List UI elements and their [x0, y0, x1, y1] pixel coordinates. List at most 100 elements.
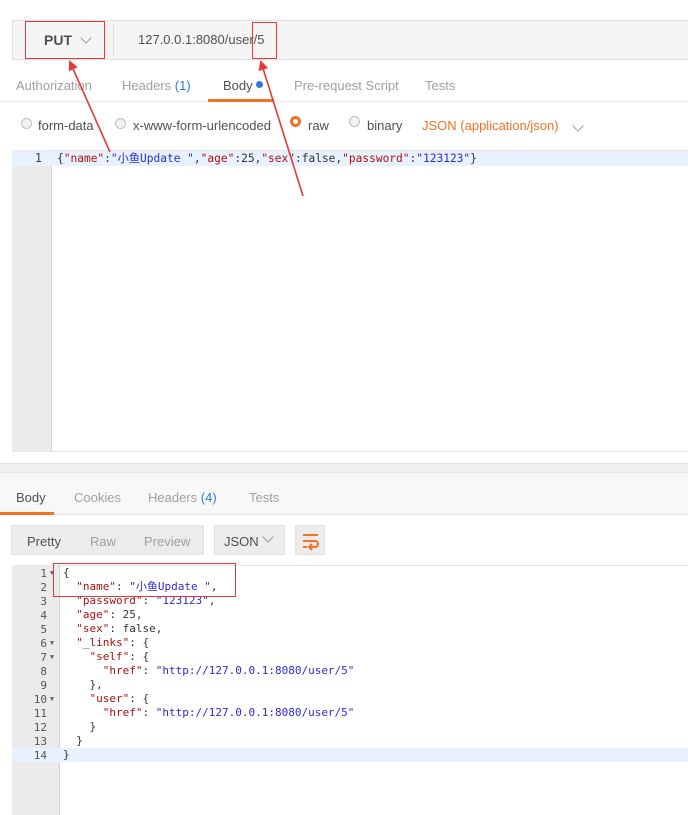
annotation-box-url-id [252, 22, 277, 59]
line-number: 1 [34, 151, 42, 165]
tab-count-badge: (1) [174, 78, 191, 93]
tab-label: Body [16, 490, 46, 505]
tab-tests[interactable]: Tests [425, 78, 455, 93]
format-label: JSON [224, 534, 259, 549]
unsaved-dot-icon [256, 81, 263, 88]
annotation-arrow-method [68, 60, 111, 153]
tab-label: Pre-request Script [294, 78, 399, 93]
radio-label-urlencoded: x-www-form-urlencoded [133, 118, 271, 133]
response-tab-headers[interactable]: Headers (4) [148, 490, 217, 505]
code-token: : 25, [109, 608, 143, 621]
tab-authorization[interactable]: Authorization [16, 78, 92, 93]
content-type-label: JSON (application/json) [422, 118, 559, 133]
code-token: : [142, 706, 156, 719]
url-input[interactable]: 127.0.0.1:8080/user/5 [138, 32, 265, 47]
url-divider [113, 24, 114, 56]
tab-label: Headers [148, 490, 198, 505]
code-token: "sex" [261, 152, 295, 165]
radio-binary[interactable] [349, 116, 360, 127]
chevron-down-icon [572, 120, 584, 132]
line-number-text: 11 [33, 706, 47, 720]
code-token: : { [129, 692, 150, 705]
fold-toggle-icon[interactable]: ▼ [47, 695, 57, 703]
active-tab-indicator [0, 512, 54, 515]
code-token: : [104, 152, 111, 165]
code-token: "http://127.0.0.1:8080/user/5" [155, 706, 355, 719]
tab-label: Headers [122, 78, 172, 93]
line-number: 2 [12, 580, 58, 594]
fold-toggle-icon[interactable]: ▼ [47, 639, 57, 647]
code-token: "小鱼Update " [110, 152, 194, 165]
code-token: : { [129, 650, 150, 663]
response-tab-body[interactable]: Body [16, 490, 46, 505]
format-select[interactable]: JSON [214, 525, 285, 555]
code-token: "password" [342, 152, 410, 165]
line-number: 1 ▼ [12, 566, 58, 580]
line-number-text: 9 [40, 678, 47, 692]
code-token: "_links" [76, 636, 130, 649]
tab-label: Cookies [74, 490, 121, 505]
pane-resize-handle[interactable] [0, 463, 688, 473]
line-number-text: 14 [33, 748, 47, 762]
code-line: }, [63, 678, 354, 692]
code-token: "user" [89, 692, 130, 705]
line-number: 8 [12, 664, 58, 678]
line-number-text: 5 [40, 622, 47, 636]
code-token: "href" [102, 664, 143, 677]
tab-headers[interactable]: Headers (1) [122, 78, 191, 93]
code-line: } [63, 748, 354, 762]
code-token: , [193, 152, 201, 165]
code-line: "href": "http://127.0.0.1:8080/user/5" [63, 706, 355, 720]
line-number: 5 [12, 622, 58, 636]
code-line: } [63, 734, 354, 748]
content-type-select[interactable]: JSON (application/json) [422, 118, 584, 133]
code-token: :25, [234, 152, 262, 165]
line-number: 10 ▼ [12, 692, 58, 706]
line-number-text: 6 [40, 636, 47, 650]
code-token: "http://127.0.0.1:8080/user/5" [155, 664, 355, 677]
code-token: "age" [76, 608, 110, 621]
code-token: } [63, 734, 83, 747]
line-number-text: 2 [40, 580, 47, 594]
tab-label: Tests [425, 78, 456, 93]
request-code-line[interactable]: {"name":"小鱼Update ","age":25,"sex":false… [57, 151, 477, 166]
code-line: "user": { [63, 692, 354, 706]
tab-label: Body [223, 78, 253, 93]
view-raw-button[interactable]: Raw [90, 534, 116, 549]
line-number: 14 [12, 748, 58, 762]
request-body-editor[interactable] [12, 150, 688, 452]
radio-raw[interactable] [290, 116, 301, 127]
code-token: "self" [89, 650, 130, 663]
code-token: : { [129, 636, 150, 649]
radio-x-www-form-urlencoded[interactable] [115, 118, 126, 129]
response-tab-cookies[interactable]: Cookies [74, 490, 121, 505]
radio-form-data[interactable] [21, 118, 32, 129]
view-pretty-button[interactable]: Pretty [27, 534, 61, 549]
radio-label-form-data: form-data [38, 118, 94, 133]
line-number: 9 [12, 678, 58, 692]
line-number-text: 13 [33, 734, 47, 748]
tab-pre-request-script[interactable]: Pre-request Script [294, 78, 399, 93]
code-token: :false, [295, 152, 343, 165]
code-line: "age": 25, [63, 608, 354, 622]
line-number: 12 [12, 720, 58, 734]
code-line: "self": { [63, 650, 354, 664]
fold-toggle-icon[interactable]: ▼ [47, 653, 57, 661]
view-preview-button[interactable]: Preview [144, 534, 190, 549]
code-token: "sex" [76, 622, 110, 635]
tabs-divider [0, 101, 688, 102]
response-tab-tests[interactable]: Tests [249, 490, 279, 505]
line-number-text: 10 [33, 692, 47, 706]
tab-body[interactable]: Body [223, 78, 253, 93]
tab-label: Tests [249, 490, 280, 505]
line-number: 4 [12, 608, 58, 622]
wrap-lines-button[interactable] [295, 525, 325, 555]
code-token: "name" [63, 152, 105, 165]
radio-label-raw: raw [308, 118, 329, 133]
